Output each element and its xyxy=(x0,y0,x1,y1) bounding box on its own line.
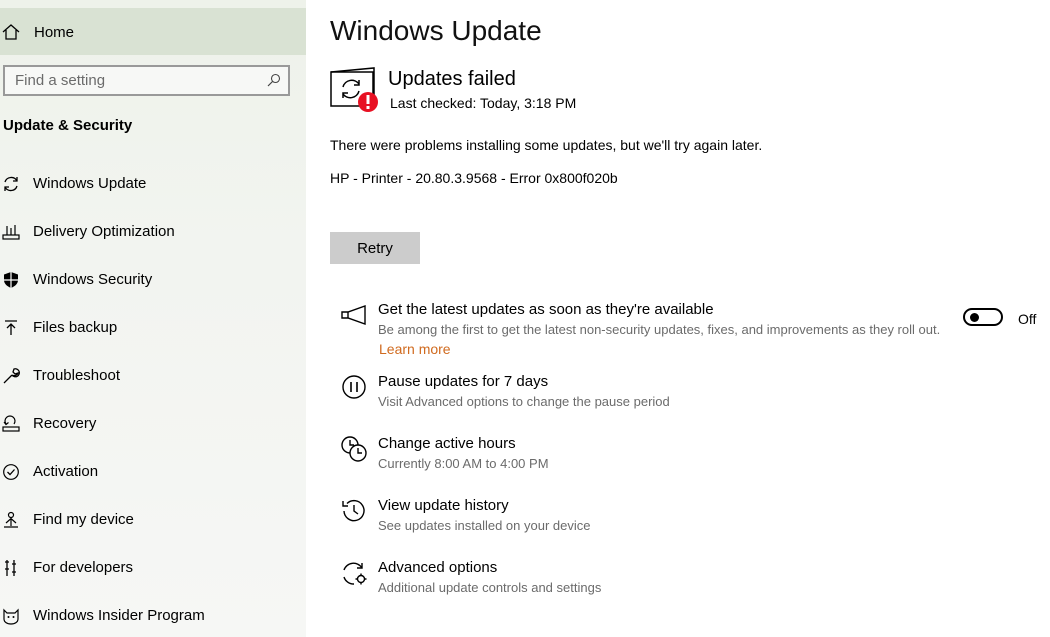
toggle-state-label: Off xyxy=(1018,311,1037,327)
option-title: Advanced options xyxy=(378,559,498,576)
wrench-icon xyxy=(3,368,20,384)
latest-updates-toggle[interactable] xyxy=(963,308,1003,326)
option-description: Be among the first to get the latest non… xyxy=(378,322,941,337)
option-title: View update history xyxy=(378,497,509,514)
sidebar-item-label: Windows Insider Program xyxy=(33,607,205,624)
search-input[interactable] xyxy=(5,67,265,94)
sidebar-item-label: Find my device xyxy=(33,511,134,528)
option-active-hours[interactable]: Change active hours Currently 8:00 AM to… xyxy=(330,435,1050,479)
sidebar-item-windows-update[interactable]: Windows Update xyxy=(0,164,306,204)
toggle-knob xyxy=(970,313,979,322)
sync-icon xyxy=(4,176,18,192)
sidebar-item-label: Delivery Optimization xyxy=(33,223,175,240)
option-latest-updates: Get the latest updates as soon as they'r… xyxy=(330,301,1050,359)
sidebar-item-label: Troubleshoot xyxy=(33,367,120,384)
megaphone-icon xyxy=(341,305,366,325)
advanced-sync-gear-icon xyxy=(343,562,367,585)
option-description: Additional update controls and settings xyxy=(378,580,602,595)
history-icon xyxy=(342,499,365,522)
page-title: Windows Update xyxy=(330,15,542,46)
error-detail: HP - Printer - 20.80.3.9568 - Error 0x80… xyxy=(330,170,618,186)
sidebar-item-find-my-device[interactable]: Find my device xyxy=(0,500,306,540)
sidebar-item-label: Activation xyxy=(33,463,99,480)
active-hours-clock-icon xyxy=(341,436,367,462)
main-content: Windows Update Updates failed Last check… xyxy=(330,0,1050,637)
recovery-icon xyxy=(2,415,20,432)
sidebar-item-delivery-optimization[interactable]: Delivery Optimization xyxy=(0,212,306,252)
sidebar-item-label: For developers xyxy=(33,559,134,576)
sidebar-item-label: Windows Security xyxy=(33,271,153,288)
sidebar: Home Update & Security Windows Update De… xyxy=(0,0,306,637)
option-description: See updates installed on your device xyxy=(378,518,591,533)
sidebar-item-files-backup[interactable]: Files backup xyxy=(0,308,306,348)
sidebar-item-windows-security[interactable]: Windows Security xyxy=(0,260,306,300)
insider-cat-icon xyxy=(3,608,19,625)
home-label: Home xyxy=(34,24,75,41)
option-update-history[interactable]: View update history See updates installe… xyxy=(330,497,1050,541)
upload-arrow-icon xyxy=(5,320,17,335)
home-icon xyxy=(2,24,20,40)
sidebar-item-label: Files backup xyxy=(33,319,118,336)
status-heading: Updates failed xyxy=(388,68,516,90)
option-pause-updates[interactable]: Pause updates for 7 days Visit Advanced … xyxy=(330,373,1050,417)
search-icon[interactable] xyxy=(267,73,281,87)
person-location-icon xyxy=(4,511,18,528)
delivery-optimization-icon xyxy=(2,225,20,240)
problem-message: There were problems installing some upda… xyxy=(330,137,763,153)
option-title: Get the latest updates as soon as they'r… xyxy=(378,301,714,318)
section-title: Update & Security xyxy=(3,117,133,134)
retry-button[interactable]: Retry xyxy=(330,232,420,264)
option-description: Currently 8:00 AM to 4:00 PM xyxy=(378,456,549,471)
update-failed-icon xyxy=(330,67,378,112)
learn-more-link[interactable]: Learn more xyxy=(379,341,451,357)
sidebar-home[interactable]: Home xyxy=(0,8,306,55)
pause-icon xyxy=(342,375,366,399)
sidebar-item-windows-insider-program[interactable]: Windows Insider Program xyxy=(0,596,306,636)
sidebar-item-recovery[interactable]: Recovery xyxy=(0,404,306,444)
option-title: Change active hours xyxy=(378,435,516,452)
shield-icon xyxy=(4,272,18,288)
sidebar-item-label: Windows Update xyxy=(33,175,147,192)
sidebar-item-troubleshoot[interactable]: Troubleshoot xyxy=(0,356,306,396)
option-description: Visit Advanced options to change the pau… xyxy=(378,394,670,409)
sidebar-item-label: Recovery xyxy=(33,415,97,432)
search-box[interactable] xyxy=(3,65,290,96)
developer-tools-icon xyxy=(5,560,16,576)
last-checked-text: Last checked: Today, 3:18 PM xyxy=(390,95,577,111)
option-advanced-options[interactable]: Advanced options Additional update contr… xyxy=(330,559,1050,603)
option-title: Pause updates for 7 days xyxy=(378,373,549,390)
sidebar-item-for-developers[interactable]: For developers xyxy=(0,548,306,588)
check-circle-icon xyxy=(3,464,19,480)
sidebar-item-activation[interactable]: Activation xyxy=(0,452,306,492)
